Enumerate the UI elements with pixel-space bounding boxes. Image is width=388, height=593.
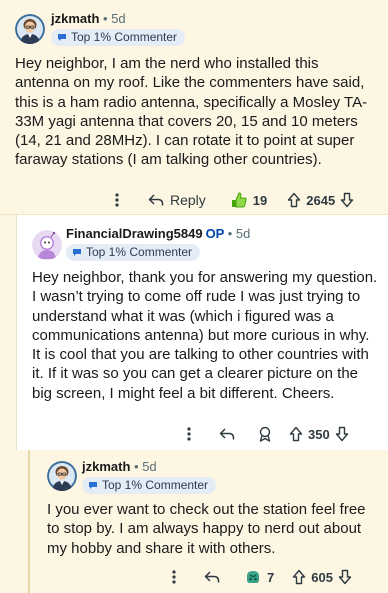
vote-score: 605 bbox=[311, 569, 333, 585]
flair-text: Top 1% Commenter bbox=[102, 478, 209, 492]
vote-score: 2645 bbox=[306, 192, 336, 208]
more-dots-icon bbox=[187, 427, 191, 441]
more-options-button[interactable] bbox=[171, 569, 177, 585]
award-count: 19 bbox=[252, 192, 268, 208]
award-icon bbox=[247, 571, 259, 583]
reply-button[interactable]: Reply bbox=[148, 192, 206, 208]
award-button[interactable] bbox=[257, 426, 273, 442]
downvote-button[interactable] bbox=[338, 569, 352, 585]
comment-2-body: Hey neighbor, thank you for answering my… bbox=[32, 269, 378, 402]
thread-rail bbox=[28, 450, 30, 593]
avatar-jzkmath[interactable] bbox=[15, 14, 45, 44]
thread-rail bbox=[0, 215, 16, 450]
comment-bubble-icon bbox=[58, 34, 66, 41]
avatar-financialdrawing5849[interactable] bbox=[32, 230, 62, 260]
upvote-arrow-icon bbox=[288, 192, 301, 208]
award-icon bbox=[259, 426, 271, 442]
award-count: 7 bbox=[267, 569, 275, 585]
flair-text: Top 1% Commenter bbox=[71, 30, 178, 44]
more-options-button[interactable] bbox=[114, 192, 120, 208]
comment-2-author[interactable]: FinancialDrawing5849 OP • 5d bbox=[66, 226, 250, 241]
flair-text: Top 1% Commenter bbox=[86, 245, 193, 259]
comment-age: • 5d bbox=[134, 459, 157, 474]
vote-score: 350 bbox=[308, 426, 330, 442]
more-dots-icon bbox=[115, 193, 119, 207]
reply-button[interactable] bbox=[219, 427, 235, 441]
upvote-button[interactable] bbox=[287, 192, 301, 208]
downvote-button[interactable] bbox=[340, 192, 354, 208]
comment-age: • 5d bbox=[227, 226, 251, 241]
author-name[interactable]: FinancialDrawing5849 bbox=[66, 226, 203, 241]
comment-3-author[interactable]: jzkmath • 5d bbox=[82, 459, 157, 474]
reply-arrow-icon bbox=[219, 428, 235, 440]
comment-3-actions: 7 605 bbox=[171, 566, 352, 588]
comment-bubble-icon bbox=[89, 482, 97, 489]
op-badge: OP bbox=[205, 226, 225, 241]
reply-arrow-icon bbox=[148, 194, 164, 206]
avatar-jzkmath[interactable] bbox=[47, 461, 77, 491]
reply-label: Reply bbox=[170, 192, 206, 208]
downvote-arrow-icon bbox=[335, 426, 348, 442]
downvote-arrow-icon bbox=[340, 192, 354, 208]
downvote-arrow-icon bbox=[338, 569, 352, 585]
comment-1-body: Hey neighbor, I am the nerd who installe… bbox=[15, 55, 368, 169]
comment-1-flair: Top 1% Commenter bbox=[51, 29, 186, 46]
reply-button[interactable] bbox=[204, 570, 220, 584]
comment-2-flair: Top 1% Commenter bbox=[66, 244, 201, 261]
upvote-arrow-icon bbox=[293, 569, 306, 585]
more-options-button[interactable] bbox=[186, 426, 192, 442]
comment-3-flair: Top 1% Commenter bbox=[82, 477, 217, 494]
award-icon bbox=[231, 192, 247, 208]
comment-2-actions: 350 bbox=[186, 423, 349, 445]
reply-arrow-icon bbox=[204, 571, 220, 583]
comment-3-body: I you ever want to check out the station… bbox=[47, 501, 366, 557]
comment-bubble-icon bbox=[73, 249, 81, 256]
comment-1-author[interactable]: jzkmath • 5d bbox=[51, 11, 126, 26]
comment-1-actions: Reply 19 2645 bbox=[114, 189, 354, 211]
upvote-arrow-icon bbox=[289, 426, 303, 442]
award-button[interactable]: 7 bbox=[244, 568, 274, 586]
upvote-button[interactable] bbox=[292, 569, 306, 585]
award-button[interactable]: 19 bbox=[230, 191, 267, 209]
author-name[interactable]: jzkmath bbox=[51, 11, 99, 26]
thread-line bbox=[16, 215, 17, 450]
downvote-button[interactable] bbox=[335, 426, 349, 442]
comment-age: • 5d bbox=[103, 11, 126, 26]
more-dots-icon bbox=[172, 570, 176, 584]
author-name[interactable]: jzkmath bbox=[82, 459, 130, 474]
upvote-button[interactable] bbox=[289, 426, 303, 442]
